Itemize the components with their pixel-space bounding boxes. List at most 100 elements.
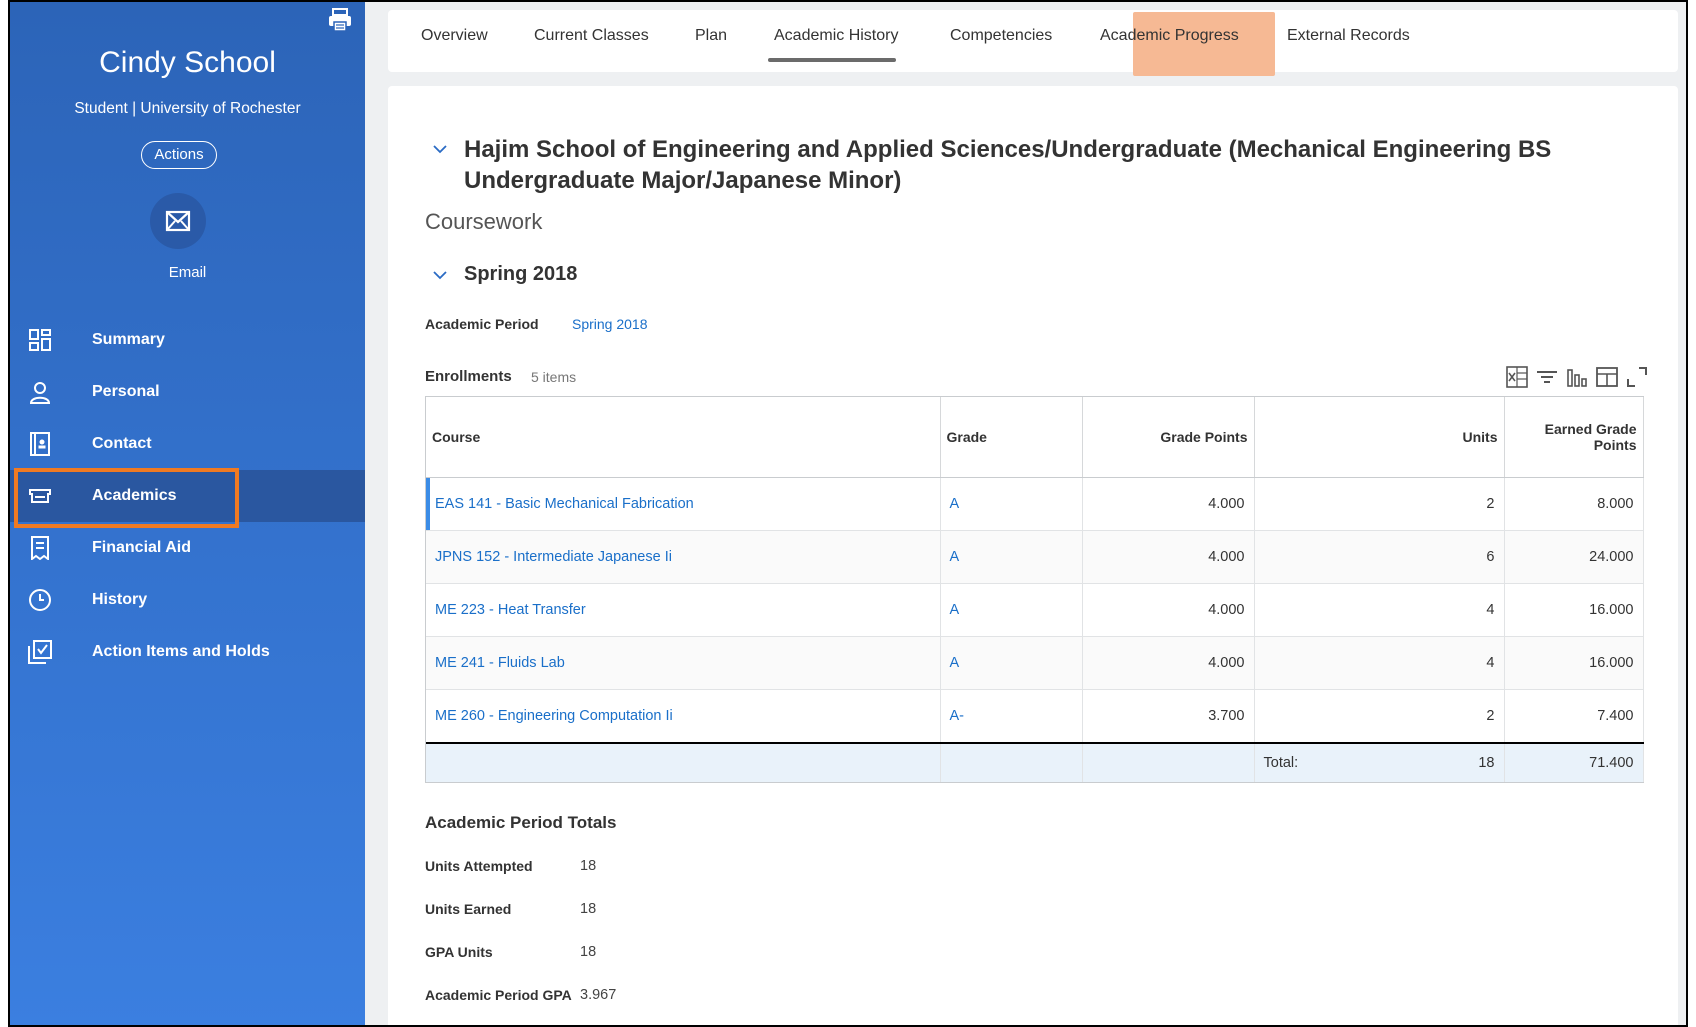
tab-plan[interactable]: Plan xyxy=(695,27,727,45)
enrollments-grid: Course Grade Grade Points Units Earned G… xyxy=(425,396,1644,783)
gpa-units-label: GPA Units xyxy=(425,944,493,960)
email-label: Email xyxy=(168,264,207,281)
receipt-icon xyxy=(31,536,49,560)
sidebar-item-label: Summary xyxy=(92,331,165,348)
sidebar-item-financial-aid[interactable]: Financial Aid xyxy=(10,522,365,574)
coursework-heading: Coursework xyxy=(425,209,543,234)
tab-academic-history[interactable]: Academic History xyxy=(774,27,898,45)
term-title: Spring 2018 xyxy=(464,263,578,285)
chevron-down-icon[interactable] xyxy=(433,142,447,156)
units-attempted-value: 18 xyxy=(580,858,597,874)
grade-link[interactable]: A- xyxy=(940,689,1083,744)
sidebar-item-academics[interactable]: Academics xyxy=(10,470,365,522)
earned-grade-points-cell: 24.000 xyxy=(1504,530,1644,584)
tab-bar: Overview Current Classes Plan Academic H… xyxy=(388,10,1678,76)
sidebar-item-label: Action Items and Holds xyxy=(92,643,270,660)
column-header-units[interactable]: Units xyxy=(1254,397,1505,478)
export-excel-icon[interactable] xyxy=(1504,364,1530,390)
column-header-course[interactable]: Course xyxy=(426,397,941,478)
total-earned-cell: 71.400 xyxy=(1504,742,1644,782)
course-link[interactable]: JPNS 152 - Intermediate Japanese Ii xyxy=(426,530,941,584)
chevron-down-icon[interactable] xyxy=(433,268,447,282)
user-role: Student | University of Rochester xyxy=(74,100,301,117)
tab-academic-progress[interactable]: Academic Progress xyxy=(1100,27,1239,45)
earned-grade-points-cell: 7.400 xyxy=(1504,689,1644,744)
column-header-earned-grade-points[interactable]: Earned Grade Points xyxy=(1504,397,1644,478)
sidebar-item-label: Personal xyxy=(92,383,160,400)
grade-link[interactable]: A xyxy=(940,477,1083,531)
total-units: 18 xyxy=(1478,755,1495,771)
filter-icon[interactable] xyxy=(1534,364,1560,390)
earned-grade-points-cell: 16.000 xyxy=(1504,583,1644,637)
contact-card-icon xyxy=(30,432,50,456)
print-icon[interactable] xyxy=(327,8,353,32)
course-link[interactable]: ME 241 - Fluids Lab xyxy=(426,636,941,690)
sidebar-item-personal[interactable]: Personal xyxy=(10,366,365,418)
tab-current-classes[interactable]: Current Classes xyxy=(534,27,649,45)
tab-overview[interactable]: Overview xyxy=(421,27,488,45)
envelope-icon xyxy=(165,210,191,232)
table-layout-icon[interactable] xyxy=(1594,364,1620,390)
sidebar-item-history[interactable]: History xyxy=(10,574,365,626)
person-icon xyxy=(29,382,51,404)
total-units-cell: Total: 18 xyxy=(1254,742,1505,782)
total-row: Total: 18 71.400 xyxy=(426,742,1644,782)
units-cell: 6 xyxy=(1254,530,1505,584)
sidebar: Cindy School Student | University of Roc… xyxy=(10,2,365,1025)
grade-points-cell: 4.000 xyxy=(1082,477,1255,531)
expand-icon[interactable] xyxy=(1624,364,1650,390)
sidebar-item-contact[interactable]: Contact xyxy=(10,418,365,470)
table-row: ME 260 - Engineering Computation Ii A- 3… xyxy=(426,689,1644,744)
app-frame: Cindy School Student | University of Roc… xyxy=(8,0,1688,1027)
grade-points-cell: 4.000 xyxy=(1082,636,1255,690)
total-empty-cell xyxy=(426,742,941,782)
enrollments-count: 5 items xyxy=(531,369,577,385)
grade-points-cell: 3.700 xyxy=(1082,689,1255,744)
program-title: Hajim School of Engineering and Applied … xyxy=(464,136,1552,194)
sidebar-item-label: Financial Aid xyxy=(92,539,191,556)
total-label: Total: xyxy=(1263,755,1299,771)
units-cell: 4 xyxy=(1254,583,1505,637)
gpa-units-value: 18 xyxy=(580,944,597,960)
main-card: Hajim School of Engineering and Applied … xyxy=(388,86,1678,1025)
column-header-grade-points[interactable]: Grade Points xyxy=(1082,397,1255,478)
table-row: ME 241 - Fluids Lab A 4.000 4 16.000 xyxy=(426,636,1644,690)
clock-icon xyxy=(29,589,51,611)
sidebar-item-label: History xyxy=(92,591,148,608)
academics-icon xyxy=(29,489,51,503)
sidebar-item-label: Academics xyxy=(92,487,177,504)
tab-external-records[interactable]: External Records xyxy=(1287,27,1410,45)
period-gpa-label: Academic Period GPA xyxy=(425,987,572,1003)
period-totals-title: Academic Period Totals xyxy=(425,813,617,832)
sidebar-item-action-items[interactable]: Action Items and Holds xyxy=(10,626,365,678)
sidebar-nav: Summary Personal Contact Academics Finan… xyxy=(10,314,365,678)
email-button[interactable] xyxy=(150,193,206,249)
actions-button[interactable]: Actions xyxy=(141,141,217,169)
grade-link[interactable]: A xyxy=(940,530,1083,584)
units-cell: 4 xyxy=(1254,636,1505,690)
tab-competencies[interactable]: Competencies xyxy=(950,27,1052,45)
earned-grade-points-cell: 16.000 xyxy=(1504,636,1644,690)
academic-period-label: Academic Period xyxy=(425,316,539,332)
course-link[interactable]: ME 260 - Engineering Computation Ii xyxy=(426,689,941,744)
units-earned-label: Units Earned xyxy=(425,901,512,917)
earned-grade-points-cell: 8.000 xyxy=(1504,477,1644,531)
dashboard-icon xyxy=(29,329,51,351)
grade-link[interactable]: A xyxy=(940,636,1083,690)
column-header-grade[interactable]: Grade xyxy=(940,397,1083,478)
grade-points-cell: 4.000 xyxy=(1082,583,1255,637)
tab-active-underline xyxy=(768,58,896,62)
table-row: JPNS 152 - Intermediate Japanese Ii A 4.… xyxy=(426,530,1644,584)
sidebar-item-summary[interactable]: Summary xyxy=(10,314,365,366)
units-cell: 2 xyxy=(1254,477,1505,531)
academic-period-link[interactable]: Spring 2018 xyxy=(572,316,648,332)
total-empty-cell xyxy=(1082,742,1255,782)
course-link[interactable]: EAS 141 - Basic Mechanical Fabrication xyxy=(426,477,941,531)
period-gpa-value: 3.967 xyxy=(580,987,617,1003)
total-empty-cell xyxy=(940,742,1083,782)
table-row: EAS 141 - Basic Mechanical Fabrication A… xyxy=(426,477,1644,531)
chart-icon[interactable] xyxy=(1564,364,1590,390)
course-link[interactable]: ME 223 - Heat Transfer xyxy=(426,583,941,637)
enrollments-label: Enrollments xyxy=(425,368,512,385)
grade-link[interactable]: A xyxy=(940,583,1083,637)
